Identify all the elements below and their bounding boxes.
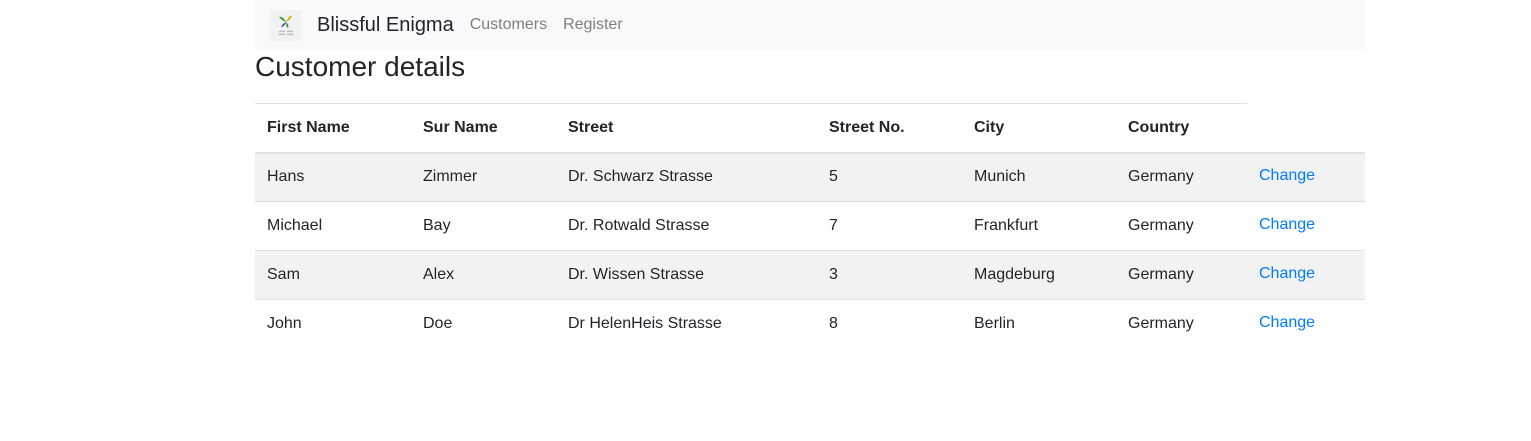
cell-street: Dr. Wissen Strasse	[556, 250, 817, 300]
change-link[interactable]: Change	[1259, 265, 1315, 282]
cell-city: Frankfurt	[962, 201, 1116, 251]
cell-sur-name: Doe	[423, 315, 453, 333]
column-header-street: Street	[556, 103, 817, 154]
table-row: Michael Bay Dr. Rotwald Strasse 7 Frankf…	[255, 201, 1365, 251]
leaf-logo-icon	[278, 15, 293, 36]
cell-first-name: John	[267, 315, 302, 333]
cell-street: Dr HelenHeis Strasse	[568, 315, 722, 333]
nav-link-customers[interactable]: Customers	[470, 16, 547, 34]
cell-country: Germany	[1116, 152, 1247, 202]
cell-country: Germany	[1116, 201, 1247, 251]
cell-street-no: 3	[817, 250, 962, 300]
cell-street-no: 7	[817, 201, 962, 251]
nav-link-register[interactable]: Register	[563, 16, 623, 34]
cell-sur-name: Zimmer	[411, 152, 556, 202]
change-link[interactable]: Change	[1259, 314, 1315, 331]
table-header: First Name Sur Name Street Street No. Ci…	[255, 103, 1365, 154]
column-header-sur-name: Sur Name	[411, 103, 556, 154]
change-link[interactable]: Change	[1259, 167, 1315, 184]
change-link[interactable]: Change	[1259, 216, 1315, 233]
table-row: Sam Alex Dr. Wissen Strasse 3 Magdeburg …	[255, 250, 1365, 300]
cell-action: Change	[1247, 250, 1365, 300]
cell-city: Berlin	[974, 315, 1015, 333]
customer-table-wrapper: First Name Sur Name Street Street No. Ci…	[255, 103, 1365, 349]
cell-city: Magdeburg	[962, 250, 1116, 300]
cell-sur-name: Bay	[411, 201, 556, 251]
column-header-street-no: Street No.	[817, 103, 962, 154]
navbar: Blissful Enigma Customers Register	[255, 0, 1365, 50]
column-header-country: Country	[1116, 103, 1247, 154]
cell-action: Change	[1247, 300, 1365, 349]
logo-icon[interactable]	[270, 9, 301, 41]
cell-street: Dr. Schwarz Strasse	[556, 152, 817, 202]
cell-first-name: Sam	[255, 250, 411, 300]
cell-first-name: Michael	[255, 201, 411, 251]
cell-sur-name: Alex	[411, 250, 556, 300]
cell-country: Germany	[1128, 315, 1194, 333]
cell-action: Change	[1247, 201, 1365, 251]
cell-street: Dr. Rotwald Strasse	[556, 201, 817, 251]
column-header-action	[1247, 103, 1365, 154]
cell-first-name: Hans	[255, 152, 411, 202]
page-title: Customer details	[255, 51, 466, 82]
table-body: Hans Zimmer Dr. Schwarz Strasse 5 Munich…	[255, 152, 1365, 349]
brand-name[interactable]: Blissful Enigma	[317, 14, 454, 37]
page-container: Blissful Enigma Customers Register Custo…	[255, 0, 1365, 332]
column-header-city: City	[962, 103, 1116, 154]
table-header-row: First Name Sur Name Street Street No. Ci…	[255, 103, 1365, 154]
table-row: John Doe Dr HelenHeis Strasse 8 Berlin G…	[255, 300, 1365, 349]
column-header-first-name: First Name	[255, 103, 411, 154]
table-row: Hans Zimmer Dr. Schwarz Strasse 5 Munich…	[255, 152, 1365, 202]
cell-street-no: 5	[817, 152, 962, 202]
cell-action: Change	[1247, 152, 1365, 202]
customer-table: First Name Sur Name Street Street No. Ci…	[255, 103, 1365, 349]
cell-street-no: 8	[829, 315, 838, 333]
cell-country: Germany	[1116, 250, 1247, 300]
cell-city: Munich	[962, 152, 1116, 202]
